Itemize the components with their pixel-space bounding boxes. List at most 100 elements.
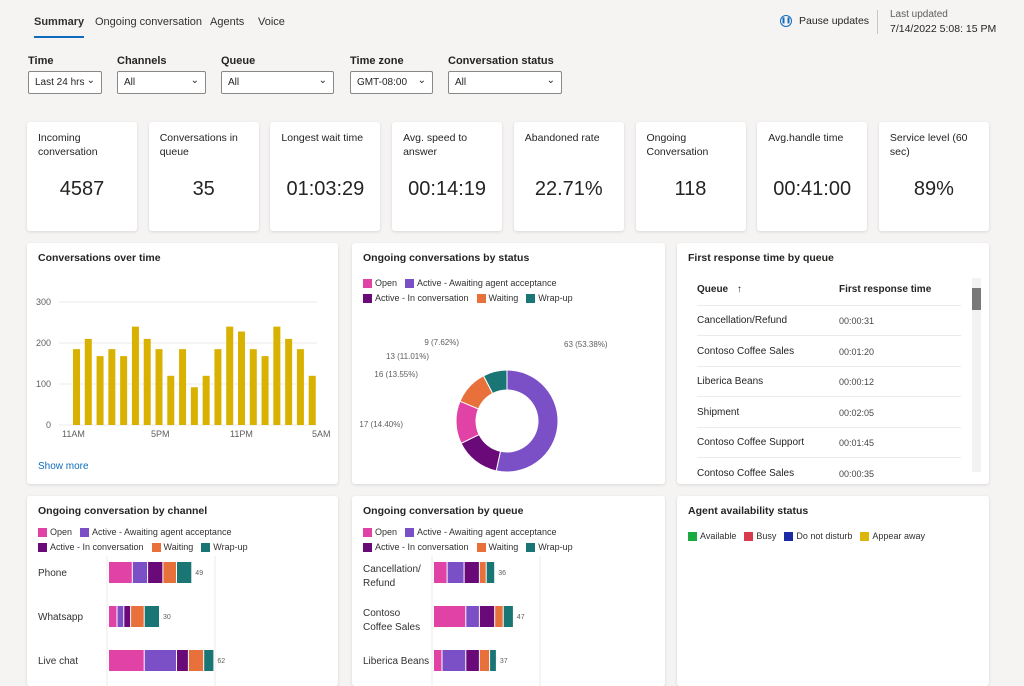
- column-header-first-response[interactable]: First response time: [839, 284, 931, 295]
- bar[interactable]: [131, 326, 139, 425]
- bar-segment[interactable]: [464, 562, 479, 583]
- bar-segment[interactable]: [124, 606, 131, 627]
- column-header-queue[interactable]: Queue ↑: [697, 284, 742, 295]
- legend-item[interactable]: Open: [363, 278, 397, 288]
- bar-segment[interactable]: [144, 606, 159, 627]
- bar-segment[interactable]: [434, 606, 466, 627]
- bar-segment[interactable]: [144, 650, 176, 671]
- bar-segment[interactable]: [117, 606, 124, 627]
- bar-segment[interactable]: [177, 562, 192, 583]
- bar[interactable]: [285, 338, 293, 425]
- bar[interactable]: [214, 349, 222, 425]
- legend-item[interactable]: Active - Awaiting agent acceptance: [80, 527, 231, 537]
- table-row[interactable]: Shipment 00:02:05: [697, 398, 961, 428]
- bar[interactable]: [296, 349, 304, 425]
- bar-segment[interactable]: [466, 650, 479, 671]
- bar[interactable]: [273, 326, 281, 425]
- dropdown-value: Last 24 hrs: [35, 77, 85, 88]
- bar-segment[interactable]: [188, 650, 204, 671]
- response-time-cell: 00:00:35: [839, 468, 875, 479]
- legend-item[interactable]: Wrap-up: [526, 542, 573, 552]
- table-row[interactable]: Liberica Beans 00:00:12: [697, 367, 961, 397]
- bar[interactable]: [249, 349, 257, 425]
- legend-label: Waiting: [163, 542, 194, 552]
- table-row[interactable]: Contoso Coffee Support 00:01:45: [697, 428, 961, 458]
- legend-item[interactable]: Busy: [744, 531, 776, 541]
- bar[interactable]: [143, 338, 151, 425]
- first-response-card: First response time by queue Queue ↑ Fir…: [677, 243, 989, 484]
- bar-segment[interactable]: [131, 606, 144, 627]
- bar[interactable]: [120, 356, 128, 425]
- tab-summary[interactable]: Summary: [34, 16, 85, 38]
- legend-item[interactable]: Waiting: [151, 542, 194, 552]
- time-zone-dropdown[interactable]: GMT-08:00 ⌄: [350, 71, 433, 94]
- pause-updates-button[interactable]: ❚❚ Pause updates: [780, 15, 869, 27]
- bar-segment[interactable]: [490, 650, 496, 671]
- bar[interactable]: [202, 375, 210, 425]
- legend-item[interactable]: Open: [363, 527, 397, 537]
- queue-cell: Contoso Coffee Sales: [697, 345, 795, 357]
- tab-voice[interactable]: Voice: [258, 16, 285, 36]
- bar[interactable]: [167, 375, 175, 425]
- bar-segment[interactable]: [434, 650, 442, 671]
- y-tick-label: 100: [36, 379, 51, 389]
- bar[interactable]: [73, 349, 80, 425]
- tab-agents[interactable]: Agents: [210, 16, 244, 36]
- tab-ongoing-conversation[interactable]: Ongoing conversation: [95, 16, 202, 36]
- bar-segment[interactable]: [466, 606, 479, 627]
- channels-dropdown[interactable]: All ⌄: [117, 71, 206, 94]
- bar[interactable]: [226, 326, 234, 425]
- scrollbar-thumb[interactable]: [972, 288, 981, 310]
- bar-segment[interactable]: [163, 562, 176, 583]
- bar[interactable]: [308, 375, 316, 425]
- legend-item[interactable]: Active - In conversation: [38, 542, 144, 552]
- bar-segment[interactable]: [109, 650, 144, 671]
- bar-segment[interactable]: [479, 650, 490, 671]
- bar[interactable]: [84, 338, 92, 425]
- bar-segment[interactable]: [204, 650, 214, 671]
- bar[interactable]: [108, 349, 116, 425]
- bar-segment[interactable]: [479, 606, 495, 627]
- bar-segment[interactable]: [479, 562, 486, 583]
- legend-item[interactable]: Available: [688, 531, 736, 541]
- legend-item[interactable]: Wrap-up: [201, 542, 248, 552]
- bar-segment[interactable]: [495, 606, 503, 627]
- bar[interactable]: [238, 331, 245, 425]
- bar-segment[interactable]: [486, 562, 495, 583]
- bar-segment[interactable]: [503, 606, 513, 627]
- bar-segment[interactable]: [447, 562, 464, 583]
- bar[interactable]: [96, 356, 104, 425]
- legend-item[interactable]: Active - In conversation: [363, 542, 469, 552]
- table-row[interactable]: Contoso Coffee Sales 00:01:20: [697, 337, 961, 367]
- scrollbar[interactable]: [972, 278, 981, 472]
- legend-item[interactable]: Appear away: [860, 531, 925, 541]
- bar[interactable]: [179, 349, 187, 425]
- bar[interactable]: [261, 356, 269, 425]
- bar-segment[interactable]: [442, 650, 466, 671]
- legend-item[interactable]: Do not disturb: [784, 531, 852, 541]
- bar-segment[interactable]: [109, 606, 117, 627]
- bar-segment[interactable]: [109, 562, 132, 583]
- bar[interactable]: [190, 387, 198, 425]
- queue-dropdown[interactable]: All ⌄: [221, 71, 334, 94]
- queue-cell: Cancellation/Refund: [697, 315, 788, 326]
- bar-segment[interactable]: [177, 650, 188, 671]
- y-tick-label: 300: [36, 297, 51, 307]
- table-row[interactable]: Cancellation/Refund 00:00:31: [697, 306, 961, 336]
- conversation-status-dropdown[interactable]: All ⌄: [448, 71, 562, 94]
- bar[interactable]: [155, 349, 163, 425]
- table-row[interactable]: Contoso Coffee Sales 00:00:35: [697, 459, 961, 485]
- show-more-link[interactable]: Show more: [38, 461, 89, 472]
- bar-segment[interactable]: [434, 562, 447, 583]
- legend-item[interactable]: Wrap-up: [526, 293, 573, 303]
- legend-item[interactable]: Waiting: [476, 542, 518, 552]
- legend-item[interactable]: Active - Awaiting agent acceptance: [405, 278, 556, 288]
- legend-item[interactable]: Waiting: [476, 293, 518, 303]
- legend-item[interactable]: Active - Awaiting agent acceptance: [405, 527, 556, 537]
- legend-item[interactable]: Active - In conversation: [363, 293, 469, 303]
- card-title: Ongoing conversations by status: [363, 252, 530, 264]
- legend-item[interactable]: Open: [38, 527, 72, 537]
- bar-segment[interactable]: [132, 562, 148, 583]
- bar-segment[interactable]: [148, 562, 163, 583]
- time-dropdown[interactable]: Last 24 hrs ⌄: [28, 71, 102, 94]
